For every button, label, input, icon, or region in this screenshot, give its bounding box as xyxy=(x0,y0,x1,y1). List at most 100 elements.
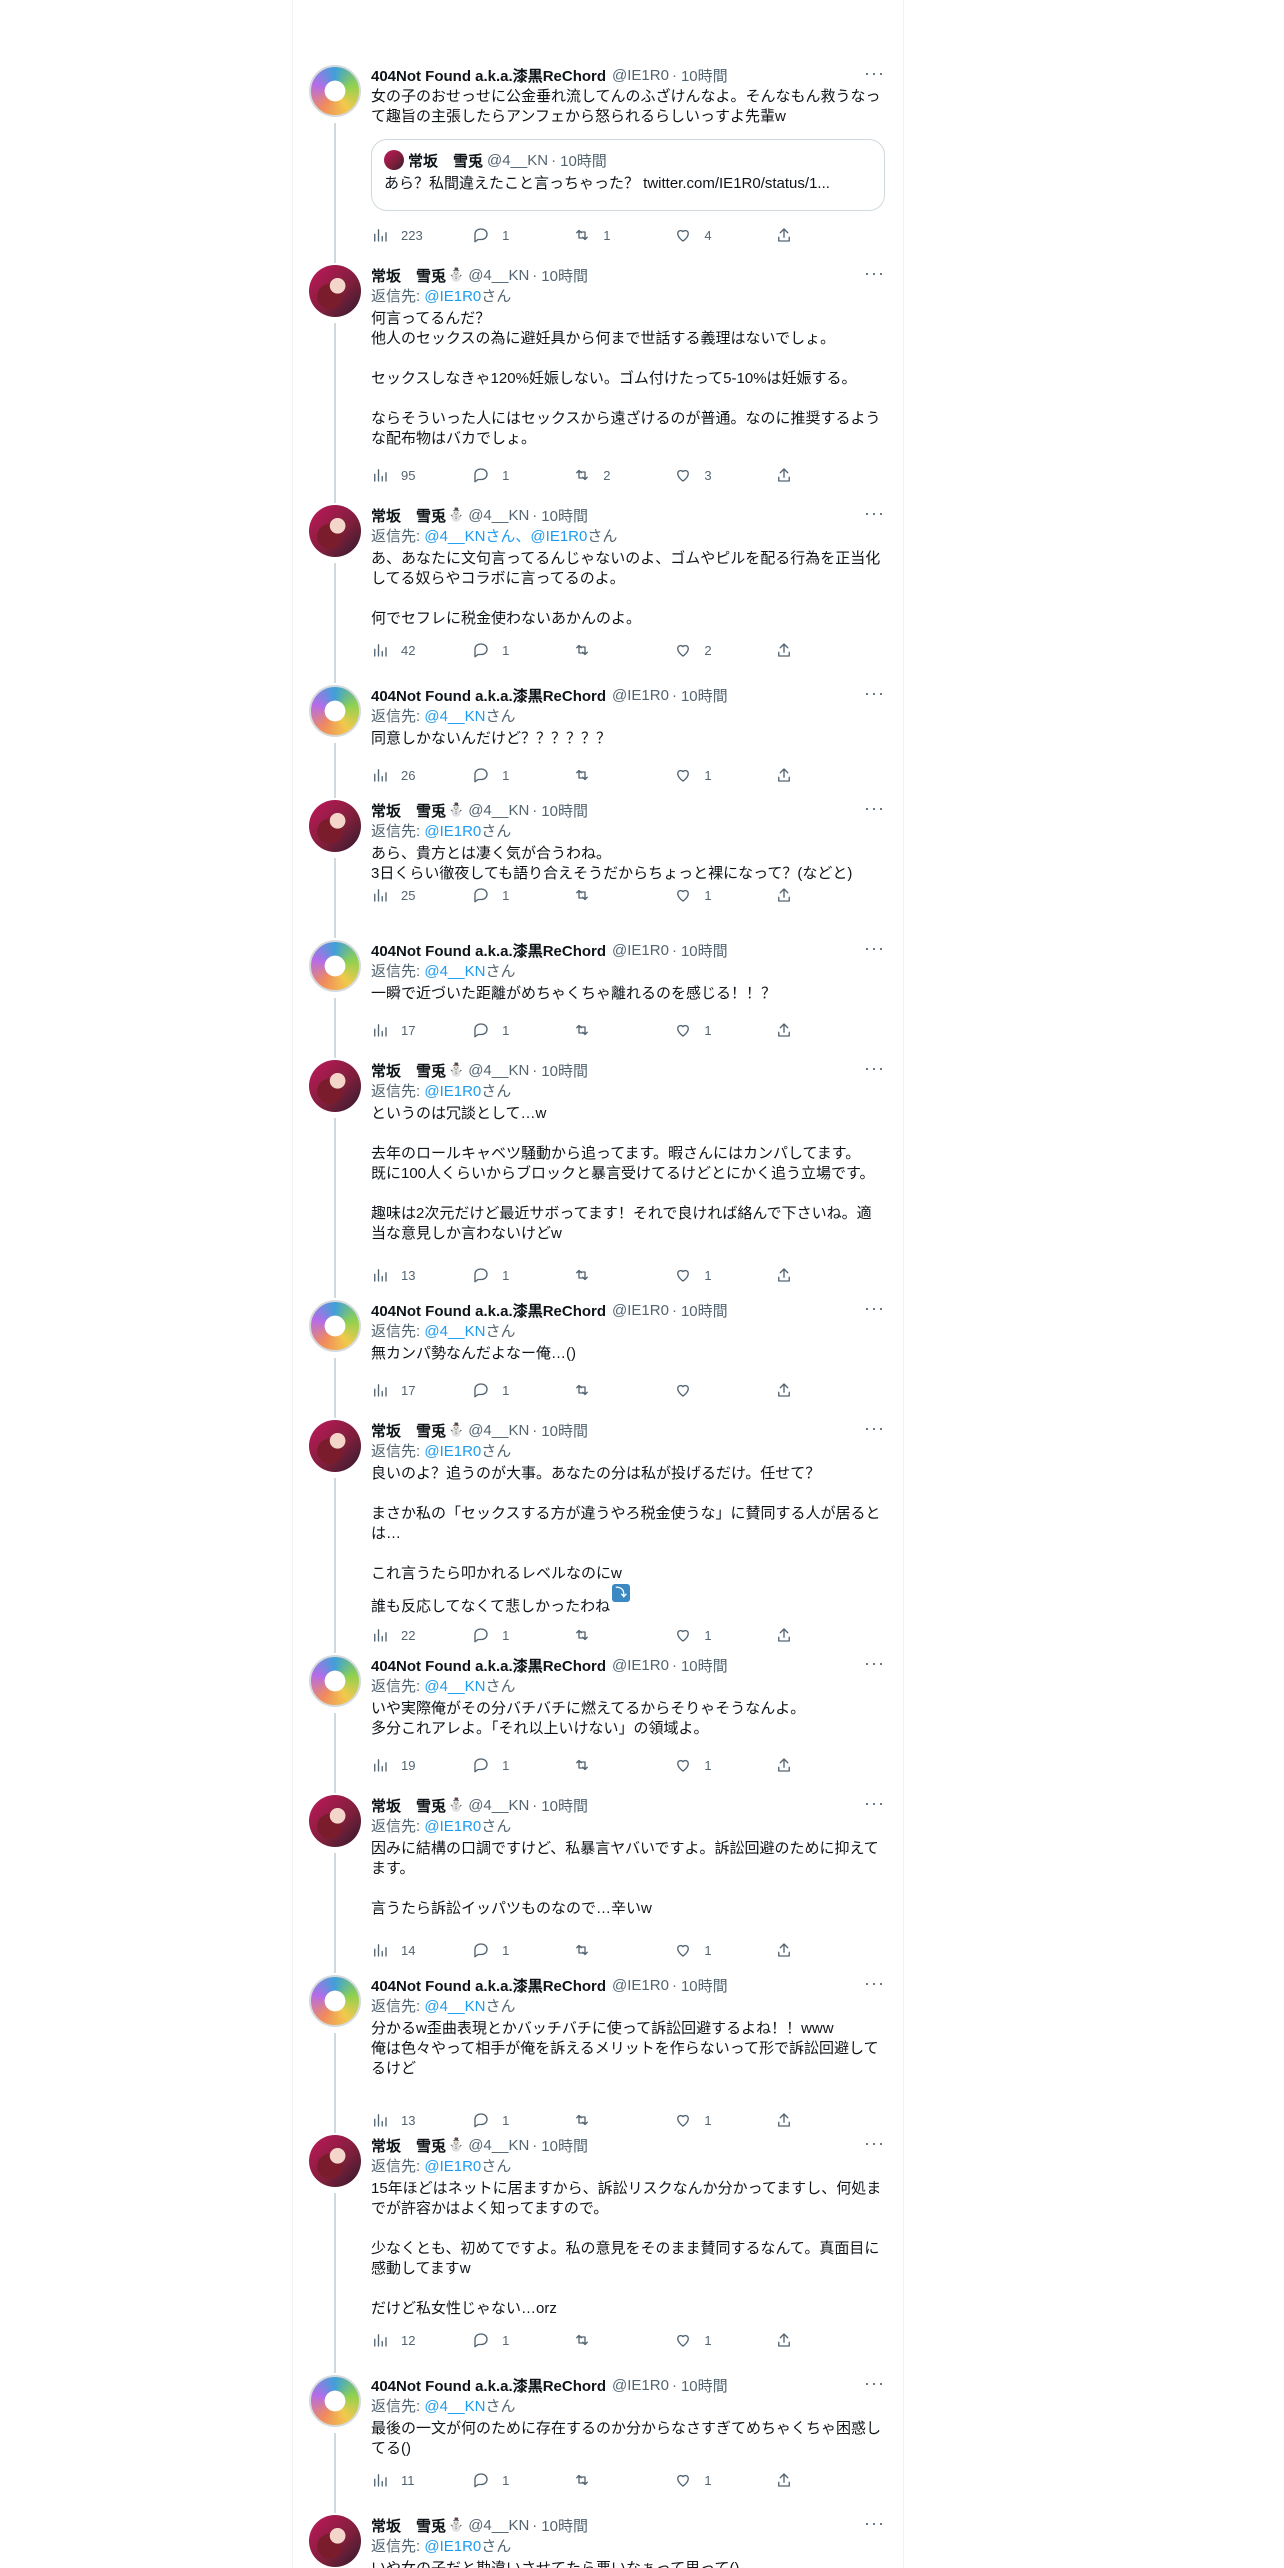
avatar[interactable] xyxy=(309,1655,361,1707)
user-handle[interactable]: @IE1R0 xyxy=(612,687,669,704)
user-handle[interactable]: @IE1R0 xyxy=(612,2377,669,2394)
timestamp[interactable]: 10時間 xyxy=(681,1655,728,1676)
views-button[interactable]: 17 xyxy=(371,1021,472,1039)
share-button[interactable] xyxy=(775,766,803,784)
display-name[interactable]: 常坂 雪兎 xyxy=(371,1420,446,1441)
display-name[interactable]: 常坂 雪兎 xyxy=(371,265,446,286)
retweet-button[interactable] xyxy=(573,1266,674,1284)
mention-link[interactable]: @IE1R0 xyxy=(424,1083,481,1100)
reply-button[interactable]: 1 xyxy=(472,1941,573,1959)
user-handle[interactable]: @4__KN xyxy=(468,1422,529,1439)
more-horizontal-icon[interactable]: ··· xyxy=(864,2514,885,2532)
user-handle[interactable]: @4__KN xyxy=(468,2517,529,2534)
reply-button[interactable]: 1 xyxy=(472,1266,573,1284)
share-button[interactable] xyxy=(775,1756,803,1774)
user-handle[interactable]: @4__KN xyxy=(468,267,529,284)
user-handle[interactable]: @4__KN xyxy=(468,507,529,524)
retweet-button[interactable]: 2 xyxy=(573,466,674,484)
display-name[interactable]: 常坂 雪兎 xyxy=(371,800,446,821)
retweet-button[interactable] xyxy=(573,2111,674,2129)
mention-link[interactable]: @4__KN xyxy=(424,963,485,980)
avatar[interactable] xyxy=(309,800,361,852)
avatar[interactable] xyxy=(309,940,361,992)
like-button[interactable]: 1 xyxy=(674,766,775,784)
like-button[interactable] xyxy=(674,1381,775,1399)
like-button[interactable]: 1 xyxy=(674,1266,775,1284)
like-button[interactable]: 1 xyxy=(674,1021,775,1039)
more-horizontal-icon[interactable]: ··· xyxy=(864,684,885,702)
quoted-tweet[interactable]: 常坂 雪兎 @4__KN · 10時間 あら？私間違えたこと言っちゃった？ tw… xyxy=(371,139,885,211)
avatar[interactable] xyxy=(309,1420,361,1472)
share-button[interactable] xyxy=(775,1266,803,1284)
mention-link[interactable]: @4__KN xyxy=(424,1323,485,1340)
share-button[interactable] xyxy=(775,1381,803,1399)
retweet-button[interactable] xyxy=(573,1021,674,1039)
timestamp[interactable]: 10時間 xyxy=(541,800,588,821)
user-handle[interactable]: @IE1R0 xyxy=(612,942,669,959)
display-name[interactable]: 404Not Found a.k.a.漆黒ReChord xyxy=(371,1300,606,1321)
timestamp[interactable]: 10時間 xyxy=(541,1060,588,1081)
reply-button[interactable]: 1 xyxy=(472,226,573,244)
retweet-button[interactable] xyxy=(573,641,674,659)
user-handle[interactable]: @4__KN xyxy=(468,1797,529,1814)
timestamp[interactable]: 10時間 xyxy=(681,940,728,961)
views-button[interactable]: 19 xyxy=(371,1756,472,1774)
avatar[interactable] xyxy=(309,1300,361,1352)
timestamp[interactable]: 10時間 xyxy=(541,2515,588,2536)
avatar[interactable] xyxy=(309,265,361,317)
display-name[interactable]: 404Not Found a.k.a.漆黒ReChord xyxy=(371,1655,606,1676)
reply-button[interactable]: 1 xyxy=(472,2471,573,2489)
more-horizontal-icon[interactable]: ··· xyxy=(864,1299,885,1317)
views-button[interactable]: 12 xyxy=(371,2331,472,2349)
avatar[interactable] xyxy=(309,2375,361,2427)
like-button[interactable]: 1 xyxy=(674,2111,775,2129)
mention-link[interactable]: @4__KNさん、@IE1R0 xyxy=(424,528,587,545)
share-button[interactable] xyxy=(775,466,803,484)
mention-link[interactable]: @IE1R0 xyxy=(424,2158,481,2175)
display-name[interactable]: 常坂 雪兎 xyxy=(371,1060,446,1081)
more-horizontal-icon[interactable]: ··· xyxy=(864,1654,885,1672)
more-horizontal-icon[interactable]: ··· xyxy=(864,264,885,282)
reply-button[interactable]: 1 xyxy=(472,641,573,659)
retweet-button[interactable] xyxy=(573,1756,674,1774)
timestamp[interactable]: 10時間 xyxy=(681,2375,728,2396)
display-name[interactable]: 404Not Found a.k.a.漆黒ReChord xyxy=(371,2375,606,2396)
timestamp[interactable]: 10時間 xyxy=(541,1420,588,1441)
more-horizontal-icon[interactable]: ··· xyxy=(864,2374,885,2392)
user-handle[interactable]: @4__KN xyxy=(468,2137,529,2154)
reply-button[interactable]: 1 xyxy=(472,1756,573,1774)
views-button[interactable]: 26 xyxy=(371,766,472,784)
mention-link[interactable]: @IE1R0 xyxy=(424,1818,481,1835)
avatar[interactable] xyxy=(309,65,361,117)
avatar[interactable] xyxy=(309,2515,361,2567)
like-button[interactable]: 2 xyxy=(674,641,775,659)
reply-button[interactable]: 1 xyxy=(472,1381,573,1399)
mention-link[interactable]: @IE1R0 xyxy=(424,1443,481,1460)
like-button[interactable]: 1 xyxy=(674,1756,775,1774)
mention-link[interactable]: @IE1R0 xyxy=(424,823,481,840)
retweet-button[interactable] xyxy=(573,886,674,904)
retweet-button[interactable] xyxy=(573,1941,674,1959)
retweet-button[interactable]: 1 xyxy=(573,226,674,244)
timestamp[interactable]: 10時間 xyxy=(681,1975,728,1996)
mention-link[interactable]: @4__KN xyxy=(424,1678,485,1695)
timestamp[interactable]: 10時間 xyxy=(541,265,588,286)
more-horizontal-icon[interactable]: ··· xyxy=(864,64,885,82)
like-button[interactable]: 1 xyxy=(674,2331,775,2349)
more-horizontal-icon[interactable]: ··· xyxy=(864,504,885,522)
user-handle[interactable]: @4__KN xyxy=(468,1062,529,1079)
avatar[interactable] xyxy=(309,1060,361,1112)
share-button[interactable] xyxy=(775,2331,803,2349)
like-button[interactable]: 4 xyxy=(674,226,775,244)
user-handle[interactable]: @IE1R0 xyxy=(612,67,669,84)
mention-link[interactable]: @IE1R0 xyxy=(424,288,481,305)
user-handle[interactable]: @IE1R0 xyxy=(612,1657,669,1674)
views-button[interactable]: 223 xyxy=(371,226,472,244)
reply-button[interactable]: 1 xyxy=(472,2111,573,2129)
timestamp[interactable]: 10時間 xyxy=(681,65,728,86)
share-button[interactable] xyxy=(775,2471,803,2489)
reply-button[interactable]: 1 xyxy=(472,886,573,904)
like-button[interactable]: 3 xyxy=(674,466,775,484)
like-button[interactable]: 1 xyxy=(674,1626,775,1644)
timestamp[interactable]: 10時間 xyxy=(681,1300,728,1321)
